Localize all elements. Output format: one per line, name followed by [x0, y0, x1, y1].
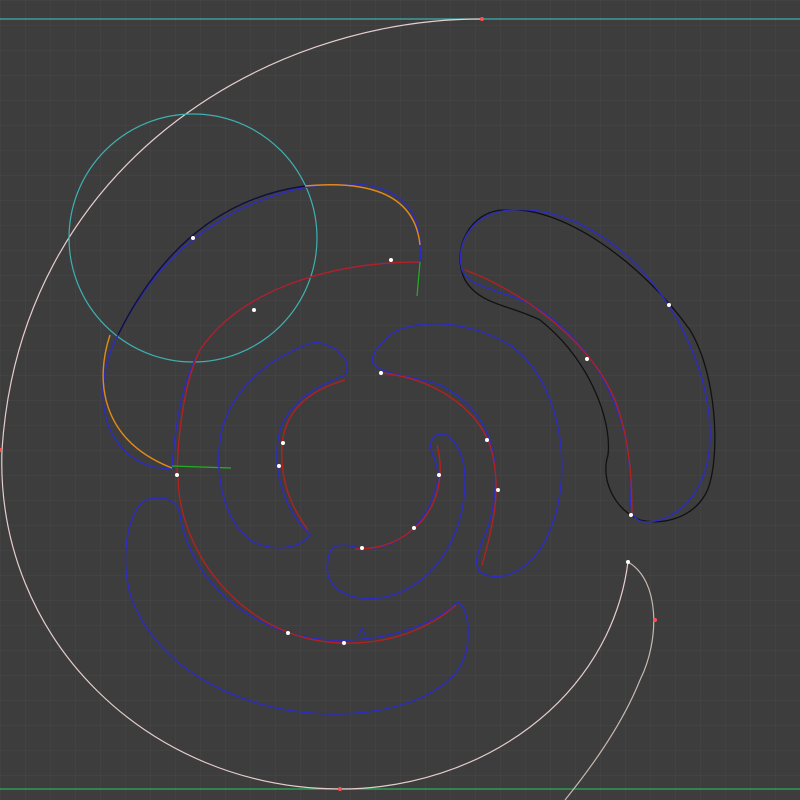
control-point[interactable] — [191, 236, 195, 240]
control-point[interactable] — [338, 787, 342, 791]
control-point[interactable] — [653, 618, 657, 622]
control-point[interactable] — [342, 641, 346, 645]
control-point[interactable] — [286, 631, 290, 635]
control-point[interactable] — [277, 464, 281, 468]
control-point[interactable] — [252, 308, 256, 312]
grid — [0, 0, 800, 800]
canvas[interactable] — [0, 0, 800, 800]
control-point[interactable] — [629, 513, 633, 517]
control-point[interactable] — [281, 441, 285, 445]
control-point[interactable] — [437, 473, 441, 477]
control-point[interactable] — [389, 258, 393, 262]
control-point[interactable] — [667, 303, 671, 307]
control-point[interactable] — [626, 560, 630, 564]
control-point[interactable] — [496, 488, 500, 492]
control-point[interactable] — [175, 473, 179, 477]
curve-editor-viewport[interactable] — [0, 0, 800, 800]
control-point[interactable] — [379, 371, 383, 375]
control-point[interactable] — [485, 438, 489, 442]
control-point[interactable] — [412, 526, 416, 530]
control-point[interactable] — [360, 546, 364, 550]
control-point[interactable] — [585, 357, 589, 361]
control-point[interactable] — [480, 17, 484, 21]
